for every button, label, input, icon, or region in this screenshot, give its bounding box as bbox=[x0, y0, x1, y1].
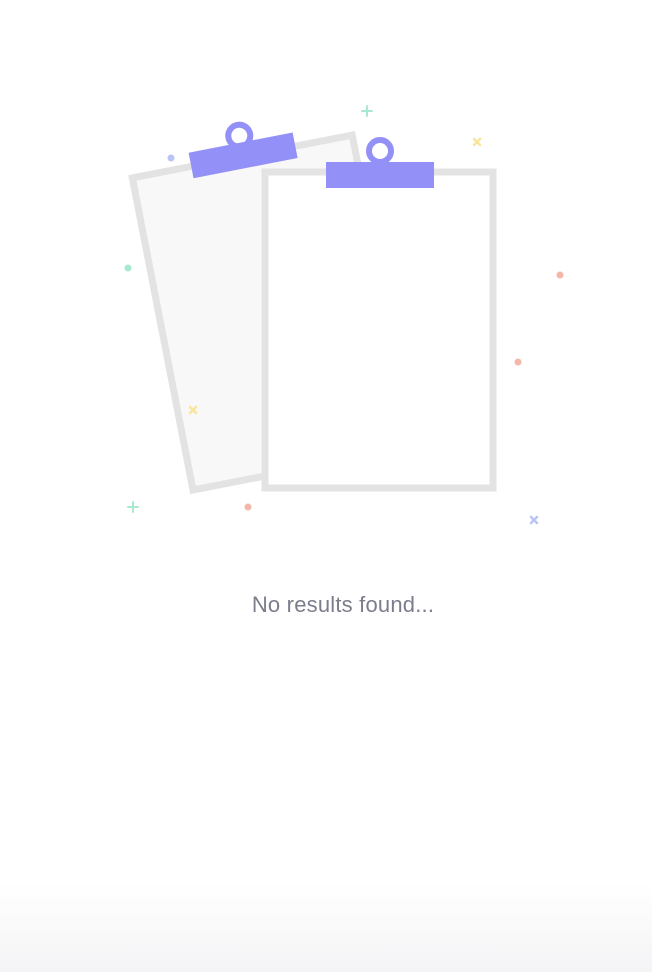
front-clipboard-paper bbox=[261, 168, 497, 492]
no-results-message: No results found... bbox=[251, 592, 435, 617]
empty-clipboards-illustration bbox=[124, 105, 564, 525]
confetti-dot-red bbox=[556, 271, 564, 279]
confetti-cross-blue bbox=[529, 515, 539, 525]
confetti-plus-teal bbox=[361, 105, 373, 117]
bottom-fade bbox=[0, 882, 652, 972]
empty-results-screen: No results found... bbox=[0, 0, 652, 972]
confetti-plus-teal bbox=[127, 501, 139, 513]
front-clipboard bbox=[261, 137, 497, 492]
confetti-dot-blue bbox=[167, 154, 175, 162]
confetti-cross-yellow bbox=[472, 137, 482, 147]
confetti-dot-teal bbox=[124, 264, 132, 272]
confetti-dot-red bbox=[244, 503, 252, 511]
front-clipboard-clip bbox=[326, 162, 434, 188]
front-clipboard-clip-ring bbox=[366, 137, 394, 165]
confetti-dot-red bbox=[514, 358, 522, 366]
back-clipboard-clip-ring bbox=[225, 121, 254, 150]
